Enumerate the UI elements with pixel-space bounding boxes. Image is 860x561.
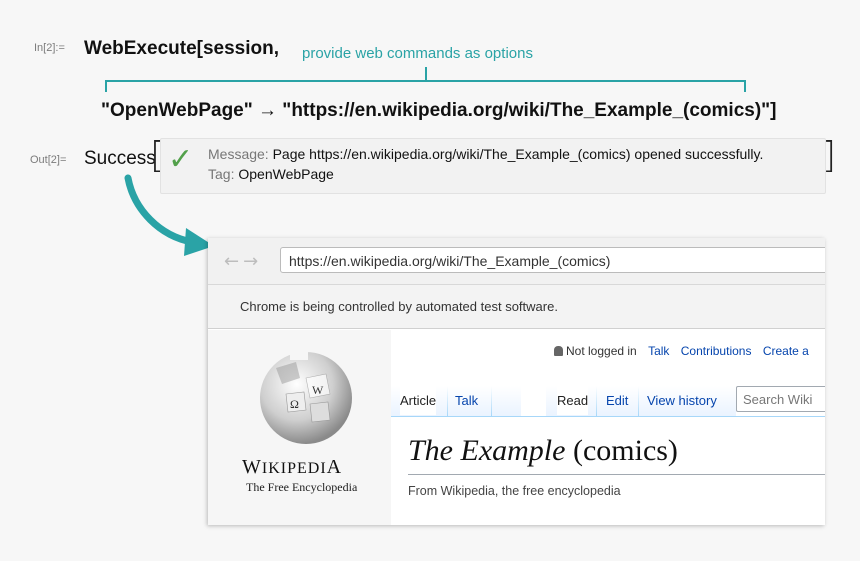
site-sub: From Wikipedia, the free encyclopedia [408,484,621,498]
create-account-link[interactable]: Create a [763,344,809,358]
annotation-text: provide web commands as options [302,45,533,62]
back-forward-icon[interactable]: ←→ [224,251,262,272]
wikipedia-globe-icon: W Ω [260,348,352,444]
wordmark-part: IKIPEDI [261,460,327,477]
page-title-italic: The Example [408,434,566,467]
tag-value: OpenWebPage [238,166,334,182]
address-bar[interactable]: https://en.wikipedia.org/wiki/The_Exampl… [280,247,825,273]
message-key: Message: [208,146,269,162]
close-bracket: ] [822,135,837,176]
personal-talk-link[interactable]: Talk [648,344,669,358]
browser-window: ←→ https://en.wikipedia.org/wiki/The_Exa… [208,238,825,525]
tab-article[interactable]: Article [400,386,437,415]
tag-line: Tag: OpenWebPage [208,166,334,182]
annotation-bracket-right [744,80,746,92]
content-top-border [391,416,825,417]
search-input[interactable]: Search Wiki [736,386,825,412]
personal-tools: Not logged in Talk Contributions Create … [554,344,809,358]
page-title-rest: (comics) [565,434,678,467]
message-value: Page https://en.wikipedia.org/wiki/The_E… [272,146,764,162]
page-title: The Example (comics) [408,434,678,468]
wikipedia-wordmark[interactable]: WIKIPEDIA [242,456,342,479]
tab-view-history[interactable]: View history [647,386,717,415]
svg-text:Ω: Ω [290,397,299,411]
wordmark-part: A [326,456,343,478]
wordmark-part: W [242,456,262,478]
input-cell-label: In[2]:= [34,42,65,54]
contributions-link[interactable]: Contributions [681,344,752,358]
tab-read[interactable]: Read [557,386,589,415]
tab-separator [447,386,448,416]
annotation-bracket [106,80,746,82]
svg-text:W: W [312,383,324,397]
not-logged-in: Not logged in [566,344,637,358]
tab-separator [596,386,597,416]
tab-edit[interactable]: Edit [606,386,628,415]
user-icon [554,346,563,356]
code-line-2[interactable]: "OpenWebPage" → "https://en.wikipedia.or… [101,100,777,122]
automation-infobar: Chrome is being controlled by automated … [208,285,825,329]
tab-separator [638,386,639,416]
tab-separator [491,386,492,416]
result-head: Success [84,148,156,169]
title-divider [408,474,825,475]
tab-talk[interactable]: Talk [455,386,478,415]
annotation-bracket-stem [425,67,427,80]
annotation-bracket-left [105,80,107,92]
message-line: Message: Page https://en.wikipedia.org/w… [208,146,763,162]
code-line-1[interactable]: WebExecute[session, [84,38,279,60]
wikipedia-tagline: The Free Encyclopedia [246,480,358,494]
curved-arrow-icon [124,174,214,256]
output-cell-label: Out[2]= [30,154,67,166]
